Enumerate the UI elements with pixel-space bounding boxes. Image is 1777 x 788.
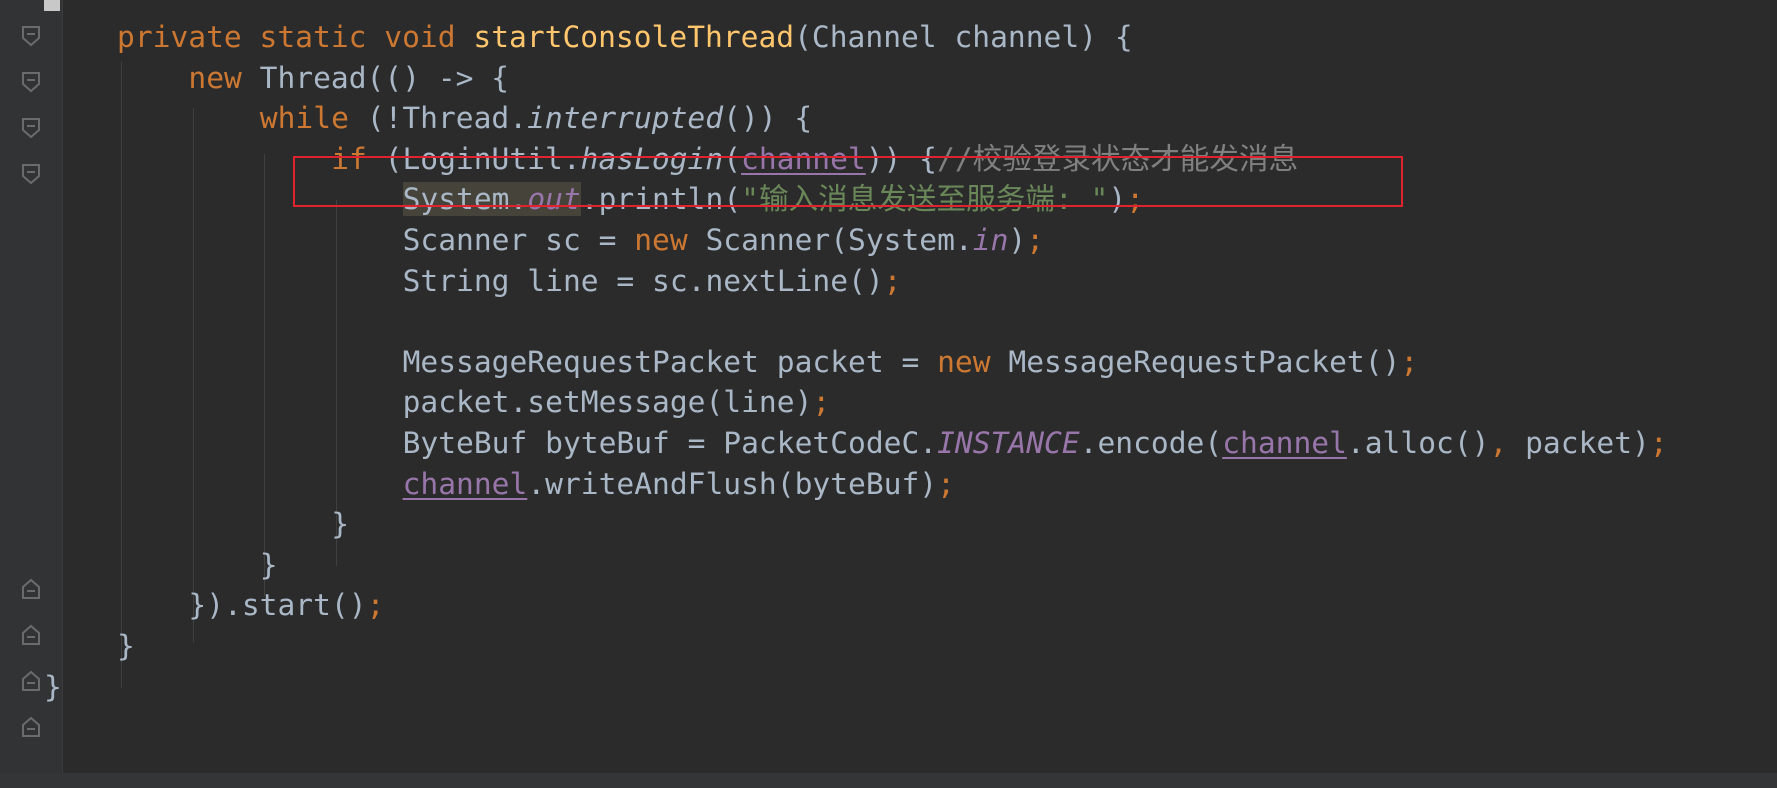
- bookmark-marker: [44, 0, 60, 11]
- gutter-separator: [62, 0, 63, 788]
- code-line-packet-decl[interactable]: MessageRequestPacket packet = new Messag…: [403, 339, 1419, 385]
- fold-close-icon[interactable]: [21, 669, 41, 693]
- code-line-close-if[interactable]: }: [331, 501, 349, 547]
- code-line-scanner-decl[interactable]: Scanner sc = new Scanner(System.in);: [403, 217, 1044, 263]
- code-line-print-prompt[interactable]: System.out.println("输入消息发送至服务端: ");: [402, 176, 1144, 222]
- fold-close-icon[interactable]: [21, 623, 41, 647]
- indent-guide: [121, 62, 122, 688]
- fold-close-icon[interactable]: [21, 577, 41, 601]
- code-editor[interactable]: private static void startConsoleThread(C…: [0, 0, 1777, 788]
- fold-close-icon[interactable]: [21, 715, 41, 739]
- fold-open-icon[interactable]: [21, 162, 41, 186]
- code-line-method-signature[interactable]: private static void startConsoleThread(C…: [117, 14, 1133, 60]
- fold-open-icon[interactable]: [21, 70, 41, 94]
- indent-guide: [193, 108, 194, 642]
- code-line-close-thread[interactable]: }).start();: [188, 582, 384, 628]
- code-line-close-class[interactable]: }: [44, 664, 62, 710]
- code-line-if-has-login[interactable]: if (LoginUtil.hasLogin(channel)) {//校验登录…: [331, 136, 1298, 182]
- code-line-while-loop[interactable]: while (!Thread.interrupted()) {: [260, 95, 812, 141]
- fold-open-icon[interactable]: [21, 24, 41, 48]
- code-line-write-flush[interactable]: channel.writeAndFlush(byteBuf);: [403, 461, 955, 507]
- fold-open-icon[interactable]: [21, 116, 41, 140]
- code-line-new-thread[interactable]: new Thread(() -> {: [188, 55, 509, 101]
- code-line-close-method[interactable]: }: [117, 623, 135, 669]
- horizontal-scrollbar-track[interactable]: [0, 773, 1777, 788]
- code-line-read-line[interactable]: String line = sc.nextLine();: [403, 258, 902, 304]
- code-line-set-message[interactable]: packet.setMessage(line);: [403, 379, 831, 425]
- indent-guide: [264, 154, 265, 596]
- code-line-close-while[interactable]: }: [260, 542, 278, 588]
- code-line-encode-packet[interactable]: ByteBuf byteBuf = PacketCodeC.INSTANCE.e…: [403, 420, 1668, 466]
